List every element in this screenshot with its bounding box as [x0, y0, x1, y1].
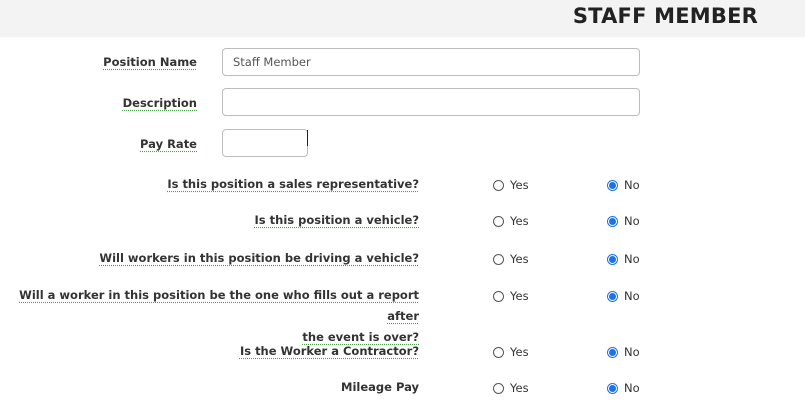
radio-label: Yes [510, 252, 529, 266]
radio-circle-selected [607, 215, 618, 227]
radio-label: No [624, 178, 640, 192]
radio-circle [493, 290, 504, 302]
radio-label: No [624, 345, 640, 359]
position-vehicle-no-radio[interactable]: No [607, 214, 640, 228]
radio-circle [493, 346, 504, 358]
page-header: STAFF MEMBER [0, 0, 805, 37]
driving-vehicle-yes-radio[interactable]: Yes [493, 252, 529, 266]
radio-label: Yes [510, 178, 529, 192]
pay-rate-label: Pay Rate [140, 137, 197, 151]
radio-label: Yes [510, 381, 529, 395]
mileage-pay-no-radio[interactable]: No [607, 381, 640, 395]
question-fills-report: Will a worker in this position be the on… [19, 288, 419, 344]
contractor-yes-radio[interactable]: Yes [493, 345, 529, 359]
radio-label: No [624, 214, 640, 228]
position-name-input[interactable]: Staff Member [222, 48, 640, 76]
radio-circle-selected [607, 179, 618, 191]
driving-vehicle-no-radio[interactable]: No [607, 252, 640, 266]
question-mileage-pay: Mileage Pay [341, 380, 419, 394]
radio-label: Yes [510, 289, 529, 303]
fills-report-yes-radio[interactable]: Yes [493, 289, 529, 303]
radio-circle [493, 253, 504, 265]
mileage-pay-yes-radio[interactable]: Yes [493, 381, 529, 395]
text-cursor [307, 130, 308, 146]
position-name-label: Position Name [103, 55, 197, 69]
radio-circle-selected [607, 346, 618, 358]
radio-label: No [624, 252, 640, 266]
radio-circle-selected [607, 382, 618, 394]
radio-circle-selected [607, 253, 618, 265]
radio-label: Yes [510, 345, 529, 359]
radio-circle [493, 382, 504, 394]
radio-label: No [624, 381, 640, 395]
radio-circle-selected [607, 290, 618, 302]
position-name-value: Staff Member [233, 55, 311, 69]
sales-rep-no-radio[interactable]: No [607, 178, 640, 192]
radio-circle [493, 179, 504, 191]
description-label: Description [122, 96, 197, 110]
position-vehicle-yes-radio[interactable]: Yes [493, 214, 529, 228]
question-sales-rep: Is this position a sales representative? [167, 177, 419, 191]
question-contractor: Is the Worker a Contractor? [239, 344, 419, 358]
contractor-no-radio[interactable]: No [607, 345, 640, 359]
description-input[interactable] [222, 88, 640, 116]
sales-rep-yes-radio[interactable]: Yes [493, 178, 529, 192]
question-driving-vehicle: Will workers in this position be driving… [99, 251, 419, 265]
pay-rate-input[interactable] [222, 129, 308, 157]
question-position-vehicle: Is this position a vehicle? [254, 213, 419, 227]
radio-circle [493, 215, 504, 227]
radio-label: No [624, 289, 640, 303]
fills-report-no-radio[interactable]: No [607, 289, 640, 303]
page-title: STAFF MEMBER [572, 4, 758, 28]
radio-label: Yes [510, 214, 529, 228]
